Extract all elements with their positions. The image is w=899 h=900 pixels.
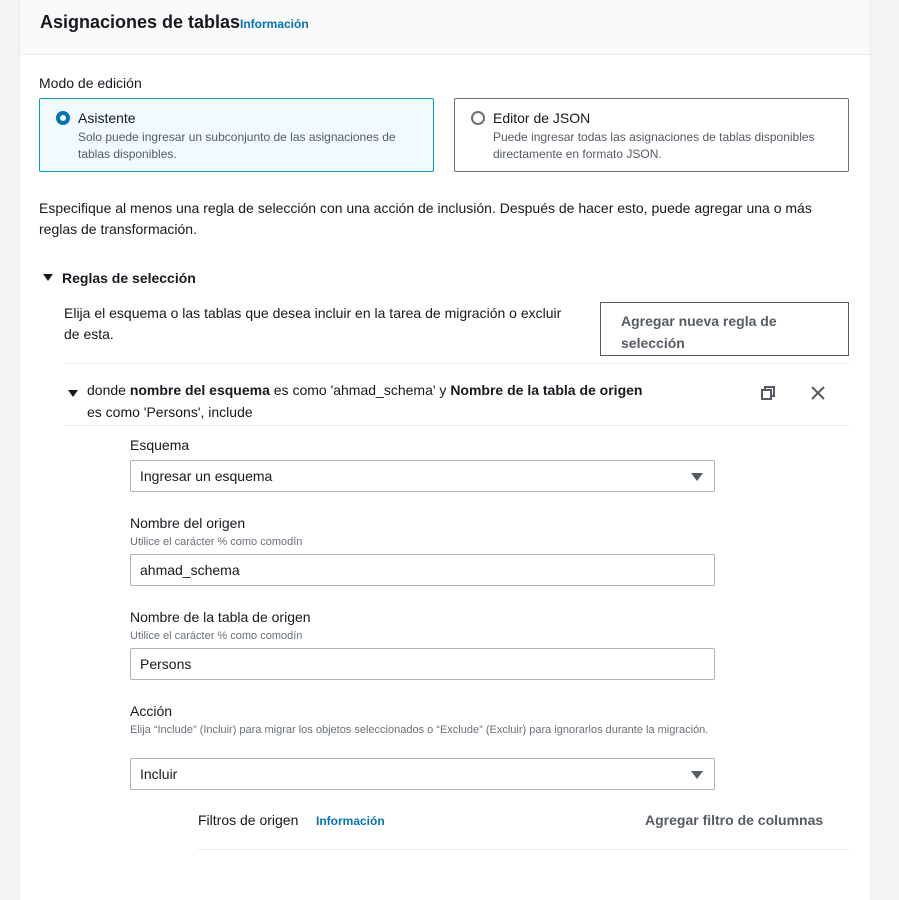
source-table-input[interactable]: Persons bbox=[130, 648, 715, 680]
action-select-value: Incluir bbox=[140, 766, 178, 782]
source-name-input[interactable]: ahmad_schema bbox=[130, 554, 715, 586]
action-label: Acción bbox=[130, 703, 173, 719]
json-editor-option-description: Puede ingresar todas las asignaciones de… bbox=[493, 130, 815, 161]
wizard-option-title: Asistente bbox=[78, 110, 136, 126]
json-editor-option-title: Editor de JSON bbox=[493, 110, 591, 126]
panel-title: Asignaciones de tablas bbox=[40, 12, 241, 32]
rule-summary-part: Nombre de la tabla de origen bbox=[450, 382, 643, 398]
dropdown-arrow-icon bbox=[691, 473, 703, 481]
source-table-description: Utilice el carácter % como comodín bbox=[130, 630, 303, 642]
dropdown-arrow-icon bbox=[691, 771, 703, 779]
panel-header: Asignaciones de tablas Información bbox=[20, 0, 870, 55]
source-name-label: Nombre del origen bbox=[130, 515, 246, 531]
json-editor-radio[interactable] bbox=[471, 111, 485, 125]
rule-summary: donde nombre del esquema es como 'ahmad_… bbox=[87, 379, 657, 423]
add-selection-rule-button[interactable]: Agregar nueva regla de selección bbox=[600, 302, 849, 356]
selection-rules-description: Elija el esquema o las tablas que desea … bbox=[64, 305, 562, 342]
caret-down-icon bbox=[43, 274, 53, 281]
wizard-option-card[interactable]: Asistente Solo puede ingresar un subconj… bbox=[39, 98, 434, 172]
source-name-description: Utilice el carácter % como comodín bbox=[130, 536, 303, 548]
copy-icon[interactable] bbox=[761, 386, 775, 405]
schema-select[interactable]: Ingresar un esquema bbox=[130, 460, 715, 492]
source-filters-label: Filtros de origen bbox=[198, 812, 299, 828]
rule-toggle[interactable] bbox=[68, 384, 78, 402]
json-editor-option-card[interactable]: Editor de JSON Puede ingresar todas las … bbox=[454, 98, 849, 172]
wizard-radio[interactable] bbox=[56, 111, 70, 125]
divider bbox=[64, 425, 849, 426]
action-description: Elija “Include” (Incluir) para migrar lo… bbox=[130, 724, 709, 736]
add-column-filter-button[interactable]: Agregar filtro de columnas bbox=[645, 812, 823, 828]
selection-rules-heading[interactable]: Reglas de selección bbox=[62, 270, 196, 286]
intro-text: Especifique al menos una regla de selecc… bbox=[39, 200, 812, 237]
rule-summary-part: nombre del esquema bbox=[129, 382, 270, 398]
edit-mode-label: Modo de edición bbox=[39, 75, 142, 91]
divider bbox=[198, 849, 849, 850]
rule-summary-part: es como 'ahmad_schema' y bbox=[269, 382, 451, 398]
action-select[interactable]: Incluir bbox=[130, 758, 715, 790]
selection-rules-toggle[interactable] bbox=[43, 268, 53, 286]
close-icon[interactable] bbox=[811, 386, 825, 405]
source-table-label: Nombre de la tabla de origen bbox=[130, 609, 311, 625]
wizard-option-description: Solo puede ingresar un subconjunto de la… bbox=[78, 130, 396, 161]
source-filters-info-link[interactable]: Información bbox=[316, 814, 385, 828]
caret-down-icon bbox=[68, 390, 78, 397]
rule-summary-part: donde bbox=[87, 382, 130, 398]
divider bbox=[64, 363, 849, 364]
schema-label: Esquema bbox=[130, 437, 190, 453]
rule-summary-part: es como 'Persons', include bbox=[87, 404, 253, 420]
schema-select-value: Ingresar un esquema bbox=[140, 468, 273, 484]
info-link[interactable]: Información bbox=[240, 17, 309, 31]
